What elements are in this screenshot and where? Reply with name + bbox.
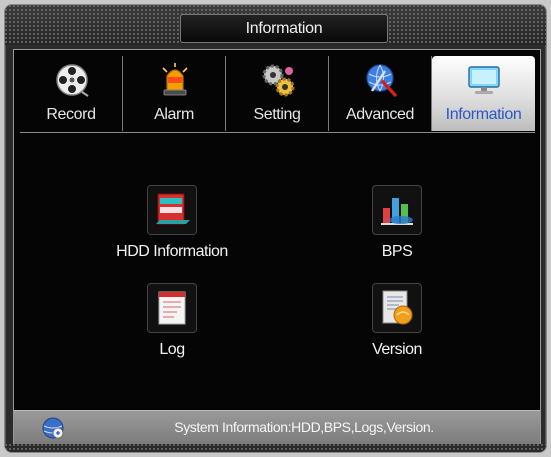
tab-setting[interactable]: Setting xyxy=(226,56,329,131)
log-document-icon xyxy=(158,291,186,325)
info-globe-icon xyxy=(42,417,64,439)
status-bar: System Information:HDD,BPS,Logs,Version. xyxy=(14,410,540,445)
window-title: Information xyxy=(180,14,388,43)
tab-alarm[interactable]: Alarm xyxy=(123,56,226,131)
bps-icon-frame xyxy=(372,185,422,235)
tab-information[interactable]: Information xyxy=(432,56,535,131)
version-button[interactable]: Version xyxy=(322,283,472,359)
tab-label: Alarm xyxy=(154,106,194,123)
item-label: HDD Information xyxy=(116,243,228,260)
version-icon-frame xyxy=(372,283,422,333)
tab-divider xyxy=(20,132,535,133)
globe-tools-icon xyxy=(366,64,397,97)
title-bar: Information xyxy=(5,5,546,45)
version-document-icon xyxy=(382,290,413,325)
item-label: BPS xyxy=(381,243,413,260)
tab-bar: Record Alarm Setting Advanced Informatio… xyxy=(20,56,535,131)
bottom-border xyxy=(5,444,546,452)
dvr-window: Information Record Alarm Setting Advance… xyxy=(5,5,546,452)
log-icon-frame xyxy=(147,283,197,333)
tab-label: Information xyxy=(445,106,522,123)
item-label: Version xyxy=(372,341,422,358)
main-panel: Record Alarm Setting Advanced Informatio… xyxy=(13,49,541,446)
status-text: System Information:HDD,BPS,Logs,Version. xyxy=(174,419,434,435)
item-label: Log xyxy=(159,341,185,358)
tab-label: Setting xyxy=(253,106,301,123)
log-button[interactable]: Log xyxy=(97,283,247,359)
tab-label: Record xyxy=(46,106,96,123)
bar-chart-icon xyxy=(381,198,413,225)
gears-icon xyxy=(262,64,295,97)
tab-advanced[interactable]: Advanced xyxy=(329,56,432,131)
alarm-siren-icon xyxy=(162,63,188,96)
film-reel-icon xyxy=(56,64,89,97)
monitor-icon xyxy=(468,66,500,94)
tab-record[interactable]: Record xyxy=(20,56,123,131)
tab-label: Advanced xyxy=(346,106,414,123)
hdd-icon xyxy=(156,193,190,225)
hdd-icon-frame xyxy=(147,185,197,235)
bps-button[interactable]: BPS xyxy=(322,185,472,261)
hdd-information-button[interactable]: HDD Information xyxy=(97,185,247,261)
